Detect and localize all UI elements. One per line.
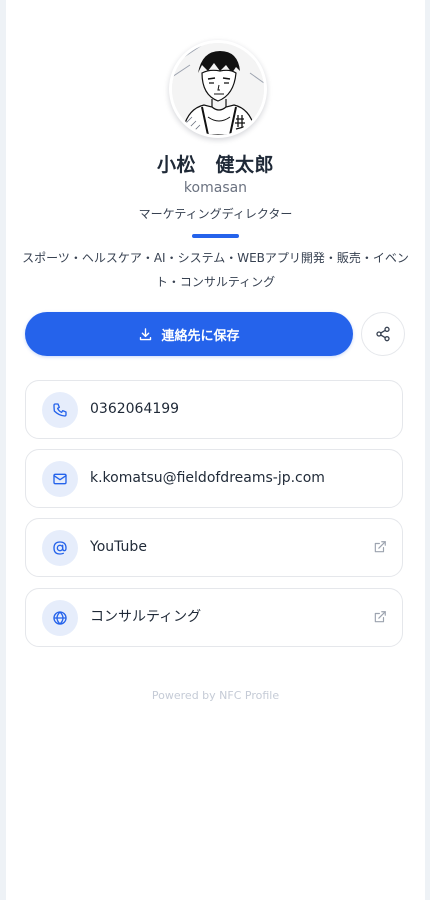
link-label-phone: 0362064199 xyxy=(90,401,180,417)
save-contact-label: 連絡先に保存 xyxy=(161,328,240,344)
save-contact-button[interactable]: 連絡先に保存 xyxy=(25,312,353,356)
link-label-consulting: コンサルティング xyxy=(90,609,202,625)
mail-icon xyxy=(42,461,78,497)
profile-bio: スポーツ・ヘルスケア・AI・システム・WEBアプリ開発・販売・イベント・コンサル… xyxy=(22,251,409,289)
link-card-consulting[interactable]: コンサルティング xyxy=(25,588,403,647)
external-link-icon xyxy=(373,540,387,554)
at-sign-icon xyxy=(42,530,78,566)
footer-powered-by[interactable]: Powered by NFC Profile xyxy=(6,689,425,702)
download-icon xyxy=(138,327,153,342)
profile-page: 小松 健太郎 komasan マーケティングディレクター スポーツ・ヘルスケア・… xyxy=(6,0,425,900)
accent-divider xyxy=(192,234,239,238)
link-card-email[interactable]: k.komatsu@fieldofdreams-jp.com xyxy=(25,449,403,508)
profile-title: マーケティングディレクター xyxy=(138,207,293,221)
avatar xyxy=(169,40,267,138)
profile-handle: komasan xyxy=(183,180,248,196)
link-card-phone[interactable]: 0362064199 xyxy=(25,380,403,439)
external-link-icon xyxy=(373,610,387,624)
link-card-youtube[interactable]: YouTube xyxy=(25,518,403,577)
share-icon xyxy=(375,326,391,342)
phone-icon xyxy=(42,392,78,428)
avatar-illustration xyxy=(172,43,264,135)
globe-icon xyxy=(42,600,78,636)
profile-name: 小松 健太郎 xyxy=(156,154,274,176)
share-button[interactable] xyxy=(361,312,405,356)
link-label-youtube: YouTube xyxy=(90,539,147,555)
link-label-email: k.komatsu@fieldofdreams-jp.com xyxy=(90,470,325,486)
